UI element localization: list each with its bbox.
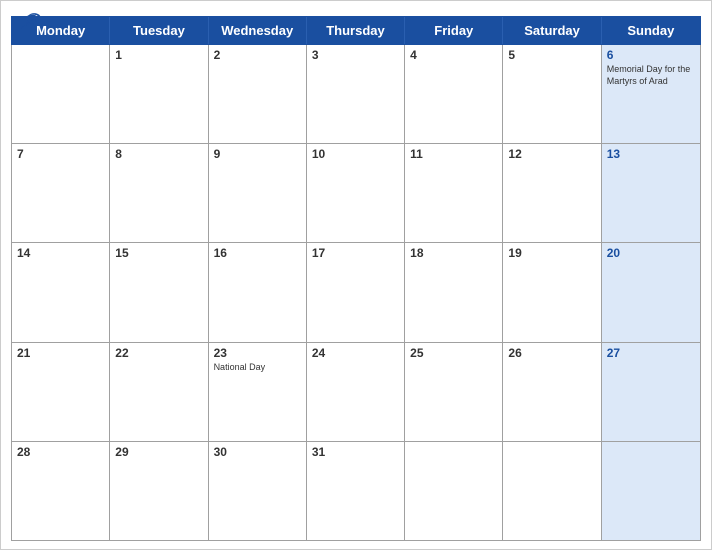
day-cell	[405, 442, 503, 540]
day-header-friday: Friday	[405, 17, 503, 44]
day-cell: 13	[602, 144, 700, 242]
day-number: 13	[607, 147, 695, 161]
day-number: 30	[214, 445, 301, 459]
day-cell: 15	[110, 243, 208, 341]
day-cell	[602, 442, 700, 540]
day-cell	[12, 45, 110, 143]
day-number: 4	[410, 48, 497, 62]
day-number: 29	[115, 445, 202, 459]
day-number: 21	[17, 346, 104, 360]
day-number: 5	[508, 48, 595, 62]
day-number: 2	[214, 48, 301, 62]
day-number: 24	[312, 346, 399, 360]
calendar-header	[1, 1, 711, 16]
day-number: 11	[410, 147, 497, 161]
day-cell: 31	[307, 442, 405, 540]
day-number: 10	[312, 147, 399, 161]
day-number: 27	[607, 346, 695, 360]
day-cell: 24	[307, 343, 405, 441]
week-row-3: 14 15 16 17 18 19 20	[12, 243, 700, 342]
day-header-saturday: Saturday	[503, 17, 601, 44]
holiday-text: Memorial Day for the Martyrs of Arad	[607, 64, 695, 87]
day-cell: 23 National Day	[209, 343, 307, 441]
holiday-text: National Day	[214, 362, 301, 374]
day-cell: 21	[12, 343, 110, 441]
day-number: 25	[410, 346, 497, 360]
day-cell: 14	[12, 243, 110, 341]
calendar-grid: MondayTuesdayWednesdayThursdayFridaySatu…	[11, 16, 701, 541]
day-number: 6	[607, 48, 695, 62]
day-cell: 25	[405, 343, 503, 441]
day-cell: 16	[209, 243, 307, 341]
day-cell: 20	[602, 243, 700, 341]
day-number: 20	[607, 246, 695, 260]
day-number: 26	[508, 346, 595, 360]
day-number: 17	[312, 246, 399, 260]
day-number: 23	[214, 346, 301, 360]
day-number: 16	[214, 246, 301, 260]
day-cell: 27	[602, 343, 700, 441]
day-cell: 22	[110, 343, 208, 441]
day-cell: 11	[405, 144, 503, 242]
day-cell: 17	[307, 243, 405, 341]
day-cell: 10	[307, 144, 405, 242]
week-row-5: 28 29 30 31	[12, 442, 700, 540]
logo	[16, 9, 47, 37]
day-cell: 8	[110, 144, 208, 242]
week-row-1: 123456 Memorial Day for the Martyrs of Ar…	[12, 45, 700, 144]
day-number: 8	[115, 147, 202, 161]
day-cell: 1	[110, 45, 208, 143]
day-header-thursday: Thursday	[307, 17, 405, 44]
day-cell: 19	[503, 243, 601, 341]
day-number: 12	[508, 147, 595, 161]
day-number: 7	[17, 147, 104, 161]
weeks-container: 123456Memorial Day for the Martyrs of Ar…	[11, 45, 701, 541]
day-header-sunday: Sunday	[602, 17, 700, 44]
day-number: 19	[508, 246, 595, 260]
day-cell: 26	[503, 343, 601, 441]
calendar: MondayTuesdayWednesdayThursdayFridaySatu…	[0, 0, 712, 550]
day-headers-row: MondayTuesdayWednesdayThursdayFridaySatu…	[11, 16, 701, 45]
day-number: 22	[115, 346, 202, 360]
day-cell: 2	[209, 45, 307, 143]
day-number: 3	[312, 48, 399, 62]
logo-bird-icon	[16, 9, 44, 37]
day-header-wednesday: Wednesday	[209, 17, 307, 44]
day-number: 15	[115, 246, 202, 260]
day-number: 9	[214, 147, 301, 161]
day-cell: 29	[110, 442, 208, 540]
day-cell: 3	[307, 45, 405, 143]
day-cell: 12	[503, 144, 601, 242]
day-cell: 28	[12, 442, 110, 540]
day-number: 28	[17, 445, 104, 459]
day-cell: 6 Memorial Day for the Martyrs of Arad	[602, 45, 700, 143]
day-cell	[503, 442, 601, 540]
week-row-4: 21 22 23 National Day 24 25 26 27	[12, 343, 700, 442]
day-cell: 9	[209, 144, 307, 242]
week-row-2: 789 10 11 12 13	[12, 144, 700, 243]
day-cell: 4	[405, 45, 503, 143]
day-number: 31	[312, 445, 399, 459]
day-number: 14	[17, 246, 104, 260]
day-header-tuesday: Tuesday	[110, 17, 208, 44]
day-cell: 18	[405, 243, 503, 341]
day-cell: 5	[503, 45, 601, 143]
day-number: 18	[410, 246, 497, 260]
day-cell: 30	[209, 442, 307, 540]
day-cell: 7	[12, 144, 110, 242]
day-number: 1	[115, 48, 202, 62]
